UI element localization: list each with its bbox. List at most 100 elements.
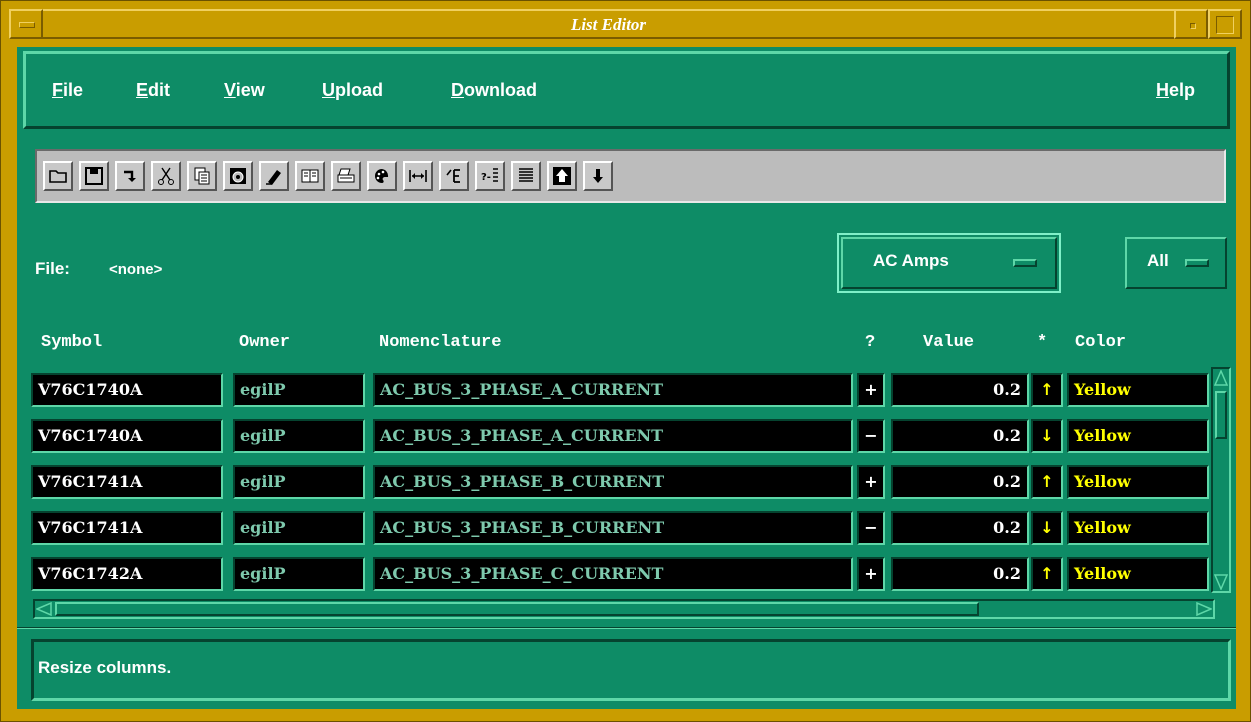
printer-icon[interactable] — [331, 161, 361, 191]
maximize-button[interactable] — [1208, 9, 1242, 39]
nomenclature-cell[interactable]: AC_BUS_3_PHASE_A_CURRENT — [373, 373, 853, 407]
menu-file-mnemonic: F — [52, 80, 63, 100]
owner-cell[interactable]: egilP — [233, 465, 365, 499]
type-option-menu[interactable]: AC Amps — [841, 237, 1057, 289]
menu-edit-label: dit — [148, 80, 171, 100]
file-label: File: — [35, 259, 70, 278]
value-cell[interactable]: 0.2 — [891, 373, 1029, 407]
eraser-icon[interactable] — [259, 161, 289, 191]
menu-bar: File Edit View Upload Download Help — [23, 51, 1230, 129]
symbol-cell[interactable]: V76C1741A — [31, 465, 223, 499]
value-cell[interactable]: 0.2 — [891, 557, 1029, 591]
menu-download-label: ownload — [464, 80, 537, 100]
owner-cell[interactable]: egilP — [233, 557, 365, 591]
title-bar[interactable]: List Editor — [9, 9, 1242, 39]
owner-cell[interactable]: egilP — [233, 373, 365, 407]
menu-view-mnemonic: V — [224, 80, 236, 100]
direction-cell[interactable]: ↓ — [1031, 511, 1063, 545]
color-cell[interactable]: Yellow — [1067, 511, 1209, 545]
limit-sign-cell[interactable]: − — [857, 419, 885, 453]
minimize-button[interactable] — [1174, 9, 1208, 39]
color-cell[interactable]: Yellow — [1067, 557, 1209, 591]
owner-cell[interactable]: egilP — [233, 419, 365, 453]
nomenclature-cell[interactable]: AC_BUS_3_PHASE_A_CURRENT — [373, 419, 853, 453]
lines-icon[interactable] — [511, 161, 541, 191]
menu-help-label: elp — [1169, 80, 1196, 100]
return-arrow-icon[interactable] — [115, 161, 145, 191]
header-owner[interactable]: Owner — [239, 333, 290, 352]
direction-cell[interactable]: ↓ — [1031, 419, 1063, 453]
limit-sign-cell[interactable]: + — [857, 557, 885, 591]
header-symbol[interactable]: Symbol — [41, 333, 102, 352]
save-disk-icon[interactable] — [79, 161, 109, 191]
query-list-icon[interactable]: ?- — [475, 161, 505, 191]
nomenclature-cell[interactable]: AC_BUS_3_PHASE_C_CURRENT — [373, 557, 853, 591]
menu-help-mnemonic: H — [1156, 80, 1169, 100]
header-color[interactable]: Color — [1075, 333, 1126, 352]
color-cell[interactable]: Yellow — [1067, 465, 1209, 499]
copy-icon[interactable] — [187, 161, 217, 191]
insert-column-icon[interactable] — [439, 161, 469, 191]
column-width-icon[interactable] — [403, 161, 433, 191]
limit-sign-cell[interactable]: + — [857, 373, 885, 407]
limit-sign-cell[interactable]: − — [857, 511, 885, 545]
direction-cell[interactable]: ↑ — [1031, 557, 1063, 591]
menu-file[interactable]: File — [52, 80, 83, 101]
open-folder-icon[interactable] — [43, 161, 73, 191]
nomenclature-cell[interactable]: AC_BUS_3_PHASE_B_CURRENT — [373, 465, 853, 499]
symbol-cell[interactable]: V76C1740A — [31, 373, 223, 407]
color-cell[interactable]: Yellow — [1067, 419, 1209, 453]
book-icon[interactable] — [295, 161, 325, 191]
menu-help[interactable]: Help — [1156, 80, 1195, 101]
toolbar: ?- — [35, 149, 1226, 203]
vertical-scrollbar[interactable] — [1211, 367, 1231, 593]
scroll-down-arrow-icon[interactable] — [1214, 574, 1228, 590]
menu-download[interactable]: Download — [451, 80, 537, 101]
header-value[interactable]: Value — [923, 333, 974, 352]
filter-option-label: All — [1147, 251, 1169, 270]
client-area: File Edit View Upload Download Help ?- F… — [17, 47, 1236, 709]
status-bar: Resize columns. — [31, 639, 1231, 701]
menu-download-mnemonic: D — [451, 80, 464, 100]
svg-text:?-: ?- — [481, 172, 491, 183]
vertical-scroll-thumb[interactable] — [1215, 391, 1227, 439]
color-cell[interactable]: Yellow — [1067, 373, 1209, 407]
direction-cell[interactable]: ↑ — [1031, 373, 1063, 407]
symbol-cell[interactable]: V76C1742A — [31, 557, 223, 591]
menu-view[interactable]: View — [224, 80, 265, 101]
window-title: List Editor — [43, 9, 1174, 39]
value-cell[interactable]: 0.2 — [891, 419, 1029, 453]
file-value: <none> — [109, 261, 163, 278]
symbol-cell[interactable]: V76C1741A — [31, 511, 223, 545]
arrow-down-icon[interactable] — [583, 161, 613, 191]
separator — [17, 627, 1236, 629]
value-cell[interactable]: 0.2 — [891, 511, 1029, 545]
menu-upload[interactable]: Upload — [322, 80, 383, 101]
nomenclature-cell[interactable]: AC_BUS_3_PHASE_B_CURRENT — [373, 511, 853, 545]
horizontal-scrollbar[interactable] — [33, 599, 1215, 619]
limit-sign-cell[interactable]: + — [857, 465, 885, 499]
horizontal-scroll-thumb[interactable] — [55, 602, 979, 616]
scroll-up-arrow-icon[interactable] — [1214, 370, 1228, 386]
camera-icon[interactable] — [223, 161, 253, 191]
header-question[interactable]: ? — [865, 333, 875, 352]
window-menu-button[interactable] — [9, 9, 43, 39]
scissors-icon[interactable] — [151, 161, 181, 191]
menu-view-label: iew — [235, 80, 265, 100]
symbol-cell[interactable]: V76C1740A — [31, 419, 223, 453]
menu-edit-mnemonic: E — [136, 80, 149, 100]
palette-icon[interactable] — [367, 161, 397, 191]
direction-cell[interactable]: ↑ — [1031, 465, 1063, 499]
header-nomenclature[interactable]: Nomenclature — [379, 333, 501, 352]
option-indicator-icon — [1185, 259, 1209, 267]
header-star[interactable]: * — [1037, 333, 1047, 352]
menu-edit[interactable]: Edit — [136, 80, 170, 101]
scroll-left-arrow-icon[interactable] — [36, 602, 52, 616]
owner-cell[interactable]: egilP — [233, 511, 365, 545]
value-cell[interactable]: 0.2 — [891, 465, 1029, 499]
arrow-up-icon[interactable] — [547, 161, 577, 191]
scroll-right-arrow-icon[interactable] — [1196, 602, 1212, 616]
filter-option-menu[interactable]: All — [1125, 237, 1227, 289]
option-indicator-icon — [1013, 259, 1037, 267]
status-message: Resize columns. — [38, 658, 172, 677]
